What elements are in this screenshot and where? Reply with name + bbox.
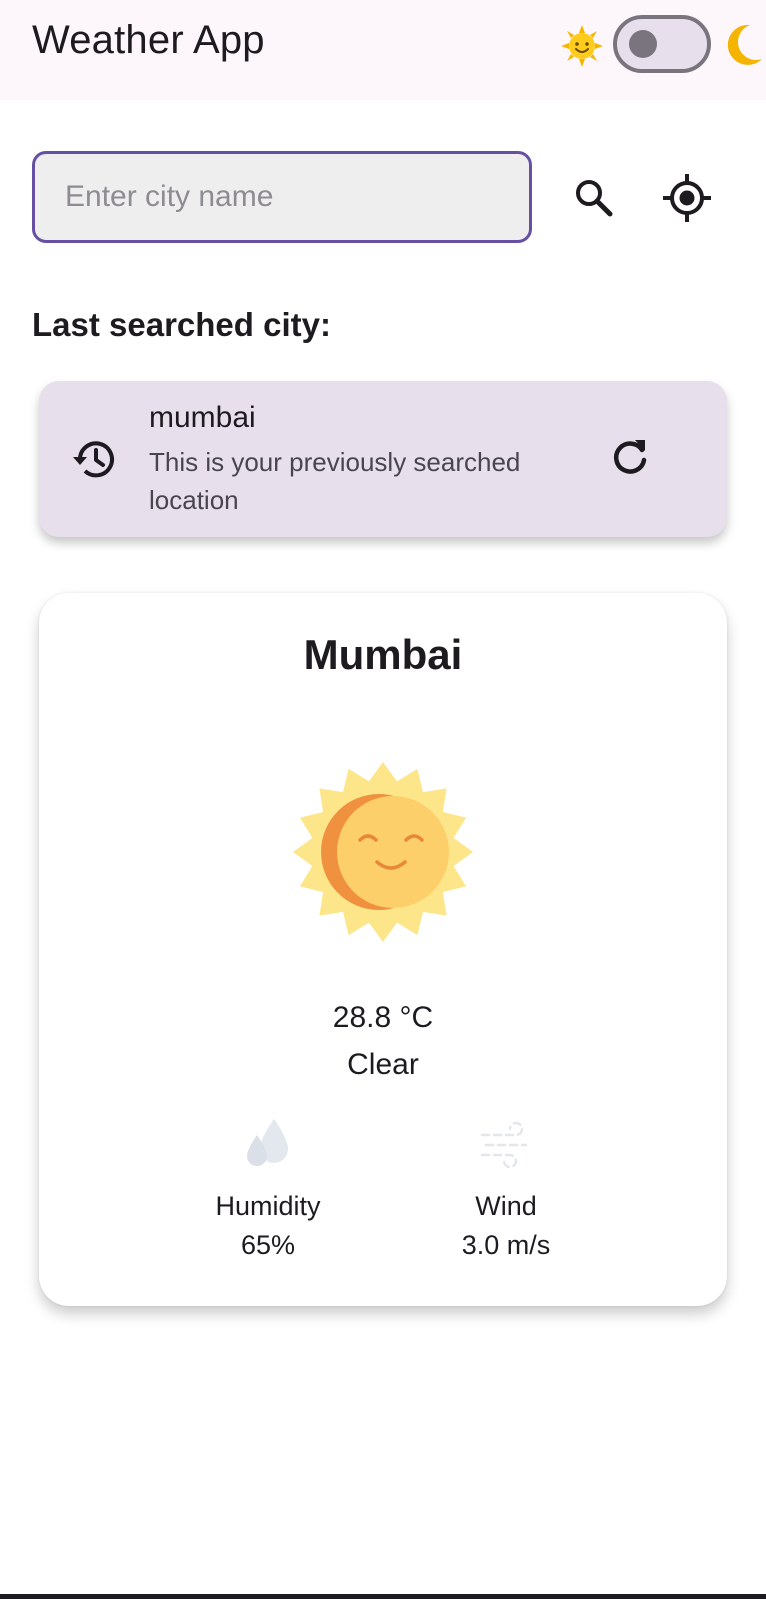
last-searched-label: Last searched city: xyxy=(32,306,331,343)
humidity-value: 65% xyxy=(240,1230,296,1260)
current-location-button[interactable] xyxy=(659,170,715,226)
theme-toggle-switch[interactable] xyxy=(613,15,711,73)
temperature: 28.8 °C xyxy=(332,1001,434,1034)
toggle-thumb xyxy=(629,30,657,58)
weather-condition: Clear xyxy=(347,1048,419,1081)
wind-value: 3.0 m/s xyxy=(461,1230,551,1260)
sun-emoji-icon xyxy=(561,25,603,67)
humidity-stat: Humidity 65% xyxy=(168,1113,368,1261)
my-location-icon xyxy=(663,174,711,222)
search-icon xyxy=(576,180,613,217)
gesture-bar-edge xyxy=(0,1594,766,1599)
last-searched-city-card[interactable]: mumbai This is your previously searched … xyxy=(39,381,727,537)
refresh-icon xyxy=(614,440,647,474)
history-icon xyxy=(73,441,114,478)
refresh-button[interactable] xyxy=(605,432,655,482)
smiling-sun-icon xyxy=(293,762,473,942)
wind-label: Wind xyxy=(475,1191,537,1221)
humidity-drops-icon xyxy=(247,1119,288,1166)
crescent-moon-icon xyxy=(727,24,762,65)
app-bar: Weather App xyxy=(0,0,766,100)
weather-card: Mumbai 28.8 °C Clear Humidity 65% Wind 3… xyxy=(39,593,727,1306)
history-city-name: mumbai xyxy=(149,401,256,434)
city-search-field[interactable] xyxy=(32,151,532,243)
app-title: Weather App xyxy=(32,18,265,62)
weather-city-name: Mumbai xyxy=(303,631,463,678)
wind-icon xyxy=(480,1121,528,1169)
wind-stat: Wind 3.0 m/s xyxy=(406,1113,606,1261)
humidity-label: Humidity xyxy=(215,1191,321,1221)
search-button[interactable] xyxy=(566,170,622,226)
history-subtitle: This is your previously searched locatio… xyxy=(149,447,521,515)
city-search-input[interactable] xyxy=(35,154,529,240)
